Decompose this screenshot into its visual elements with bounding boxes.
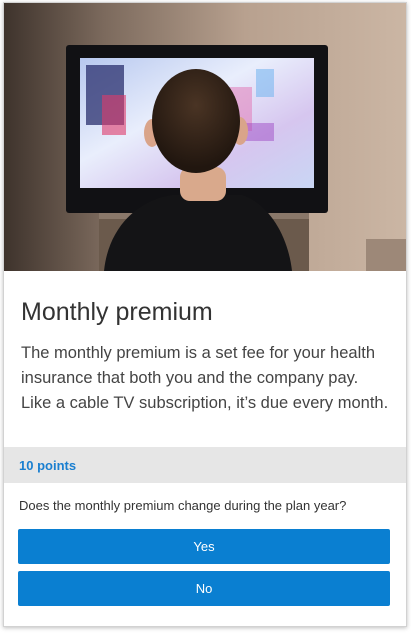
card-title: Monthly premium (21, 298, 213, 326)
card-content: Monthly premium The monthly premium is a… (4, 271, 406, 416)
question-text: Does the monthly premium change during t… (19, 498, 347, 513)
yes-button[interactable]: Yes (18, 529, 390, 564)
card-description: The monthly premium is a set fee for you… (21, 344, 389, 412)
points-label: 10 points (19, 458, 77, 473)
points-bar: 10 points (4, 447, 406, 483)
hero-image-child-watching-tv (4, 3, 406, 271)
no-button[interactable]: No (18, 571, 390, 606)
quiz-card: Monthly premium The monthly premium is a… (3, 2, 407, 627)
